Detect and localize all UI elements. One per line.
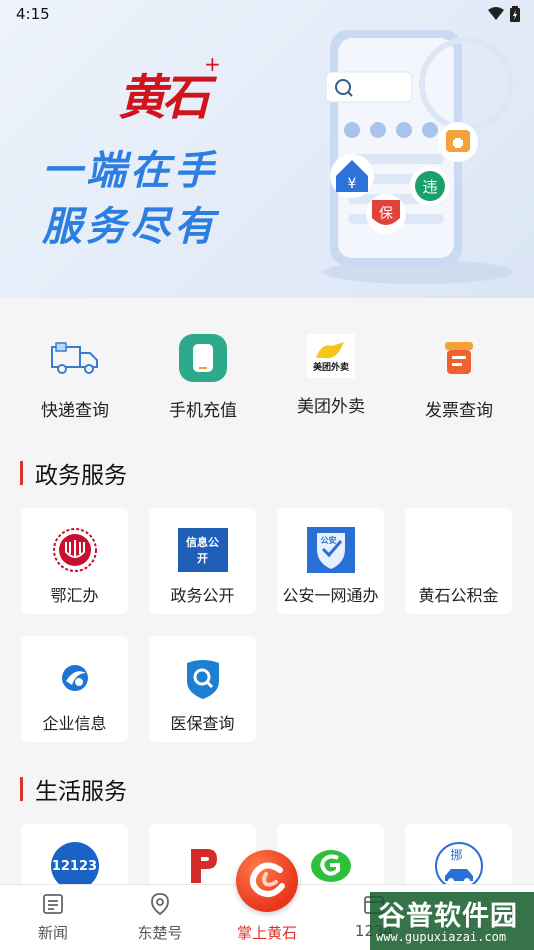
- info-public-icon: 信息公开: [149, 526, 256, 574]
- life-section-title-text: 生活服务: [35, 779, 127, 805]
- invoice-icon: [434, 334, 484, 382]
- violation-badge: 违: [422, 178, 437, 196]
- tab-news-label: 新闻: [37, 924, 68, 942]
- service-card-medical-insurance[interactable]: 医保查询: [149, 636, 256, 742]
- delivery-truck-icon: [50, 334, 100, 382]
- section-accent-bar: [20, 461, 23, 485]
- meituan-logo-icon: 美团外卖: [307, 334, 355, 378]
- tab-dongchu-label: 东楚号: [137, 924, 183, 942]
- battery-icon: [510, 6, 520, 22]
- tab-dongchu[interactable]: 东楚号: [110, 891, 210, 943]
- service-card-gov-public[interactable]: 信息公开 政务公开: [149, 508, 256, 614]
- medical-insurance-search-icon: [149, 654, 256, 702]
- quick-phone-label: 手机充值: [169, 401, 237, 421]
- quick-meituan[interactable]: 美团外卖 美团外卖: [271, 334, 391, 417]
- wifi-icon: [488, 7, 504, 20]
- gov-public-label: 政务公开: [170, 586, 235, 605]
- location-pin-icon: [110, 891, 210, 917]
- tab-news[interactable]: 新闻: [3, 891, 103, 943]
- service-card-housing-fund[interactable]: 黄石公积金: [405, 508, 512, 614]
- phone-illustration-icon: ¥ 违 保: [323, 30, 513, 284]
- news-icon: [3, 891, 103, 917]
- meituan-icon-text: 美团外卖: [312, 362, 349, 373]
- status-time: 4:15: [16, 5, 50, 23]
- gov-section-title: 政务服务: [20, 456, 127, 490]
- site-watermark: 谷普软件园 www.gupuxiazai.com: [370, 892, 534, 950]
- section-accent-bar: [20, 777, 23, 801]
- quick-express-query[interactable]: 快递查询: [15, 334, 135, 421]
- quick-meituan-label: 美团外卖: [297, 397, 365, 417]
- enterprise-info-icon: [21, 654, 128, 702]
- home-center-icon[interactable]: [236, 850, 298, 912]
- ehuiban-label: 鄂汇办: [50, 586, 99, 605]
- move-car-icon: 挪: [405, 842, 512, 890]
- watermark-url: www.gupuxiazai.com: [376, 930, 507, 944]
- ehuiban-logo-icon: [21, 526, 128, 574]
- yuan-badge: ¥: [348, 176, 357, 192]
- huangshi-logo: 黄石: [118, 70, 210, 126]
- 12123-icon-text: 12123: [51, 858, 98, 874]
- medical-insurance-label: 医保查询: [170, 714, 235, 733]
- service-card-ehuiban[interactable]: 鄂汇办: [21, 508, 128, 614]
- banner-slogan-line1: 一端在手: [42, 148, 218, 194]
- 12123-traffic-icon: 12123: [21, 842, 128, 890]
- status-bar: 4:15: [0, 0, 534, 30]
- quick-invoice-label: 发票查询: [425, 401, 493, 421]
- watermark-title: 谷普软件园: [378, 901, 518, 932]
- phone-recharge-icon: [178, 334, 228, 382]
- life-section-title: 生活服务: [20, 772, 127, 806]
- police-icon-text: 公安: [320, 536, 337, 545]
- tab-home-label: 掌上黄石: [236, 924, 297, 942]
- insurance-badge: 保: [379, 206, 393, 222]
- quick-phone-recharge[interactable]: 手机充值: [143, 334, 263, 421]
- info-public-icon-text: 信息公开: [177, 528, 228, 572]
- logo-plus-mark: +: [204, 52, 221, 76]
- banner-slogan-line2: 服务尽有: [42, 204, 218, 250]
- status-icons: [488, 6, 520, 22]
- enterprise-label: 企业信息: [42, 714, 107, 733]
- service-card-police[interactable]: 公安 公安一网通办: [277, 508, 384, 614]
- police-shield-icon: 公安: [277, 526, 384, 574]
- gov-section-title-text: 政务服务: [35, 463, 127, 489]
- promo-banner[interactable]: 黄石 + 一端在手 服务尽有 ¥ 违 保: [0, 0, 534, 298]
- police-label: 公安一网通办: [282, 586, 379, 605]
- quick-invoice-query[interactable]: 发票查询: [399, 334, 519, 421]
- quick-express-label: 快递查询: [41, 401, 109, 421]
- move-car-icon-text: 挪: [450, 848, 463, 862]
- housing-fund-label: 黄石公积金: [418, 586, 499, 605]
- quick-actions: 快递查询 手机充值 美团外卖 美团外卖 发票查询: [0, 298, 534, 438]
- service-card-enterprise[interactable]: 企业信息: [21, 636, 128, 742]
